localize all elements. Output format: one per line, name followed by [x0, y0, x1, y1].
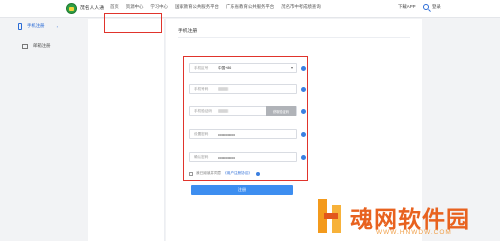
country-code-value: 中国+86 [218, 65, 232, 70]
info-icon [301, 155, 306, 160]
agreement-link[interactable]: 《用户注册协议》 [223, 171, 252, 176]
confirm-password-field[interactable]: 确认密码 •••••••••••••• [189, 152, 306, 162]
app-title[interactable]: 茂名人人通 [80, 4, 104, 11]
field-label: 手机验证码 [194, 108, 212, 113]
registration-form: 手机区号 中国+86 手机号码 手机验证码 获取验证码 设置密码 •••••••… [183, 56, 308, 181]
caret-down-icon [291, 67, 293, 69]
app-logo-icon[interactable] [66, 3, 77, 14]
nav-item-exam-results[interactable]: 茂名市中考成绩查询 [281, 4, 321, 10]
chevron-right-icon: › [56, 23, 58, 29]
get-sms-code-button[interactable]: 获取验证码 [266, 106, 296, 116]
info-icon [301, 109, 306, 114]
sms-code-field[interactable]: 手机验证码 获取验证码 [189, 106, 306, 116]
title-divider [178, 37, 410, 38]
country-code-select[interactable]: 手机区号 中国+86 [189, 63, 306, 73]
phone-number-field[interactable]: 手机号码 [189, 84, 306, 94]
login-link[interactable]: 登录 [432, 4, 441, 10]
top-navigation-bar: 茂名人人通 首页 资源中心 学习中心 国家教育公共服务平台 广东省教育公共服务平… [0, 0, 500, 18]
watermark-url: WWW.HNWDW.COM [376, 229, 452, 236]
site-watermark: 魂网软件园 WWW.HNWDW.COM [318, 198, 498, 240]
password-value: •••••••••••••• [218, 131, 235, 137]
field-label: 设置密码 [194, 131, 209, 136]
phone-number-value [218, 87, 296, 92]
mail-icon [22, 43, 28, 49]
agreement-text: 我已阅读并同意 [196, 171, 222, 175]
nav-item-home[interactable]: 首页 [110, 4, 119, 10]
watermark-logo-icon [318, 199, 346, 233]
password-field[interactable]: 设置密码 •••••••••••••• [189, 129, 306, 139]
phone-icon [18, 22, 22, 30]
agreement-checkbox[interactable] [189, 171, 193, 176]
registration-sidebar [88, 19, 165, 241]
info-icon [255, 171, 260, 176]
main-nav: 首页 资源中心 学习中心 国家教育公共服务平台 广东省教育公共服务平台 茂名市中… [110, 4, 321, 10]
nav-item-learning[interactable]: 学习中心 [150, 4, 168, 10]
info-icon [301, 132, 306, 137]
sidebar-item-label: 邮箱注册 [33, 43, 51, 48]
sidebar-item-email-register[interactable]: 邮箱注册 [22, 40, 82, 52]
nav-item-national-platform[interactable]: 国家教育公共服务平台 [175, 4, 219, 10]
info-icon [301, 66, 306, 71]
page-title: 手机注册 [178, 29, 198, 34]
search-icon[interactable] [423, 4, 429, 10]
field-label: 手机号码 [194, 86, 209, 91]
register-button[interactable]: 注册 [191, 185, 293, 195]
field-label: 手机区号 [194, 65, 209, 70]
field-label: 确认密码 [194, 154, 209, 159]
redacted-phone [218, 87, 228, 92]
nav-item-guangdong-platform[interactable]: 广东省教育公共服务平台 [226, 4, 274, 10]
confirm-password-value: •••••••••••••• [218, 154, 235, 160]
info-icon [301, 87, 306, 92]
sidebar-item-phone-register[interactable]: 手机注册 › [18, 20, 58, 32]
highlight-box-sidebar [104, 13, 162, 33]
redacted-code [218, 109, 228, 114]
sidebar-item-label: 手机注册 [27, 23, 45, 28]
download-app-link[interactable]: 下载APP [398, 4, 416, 10]
nav-item-resources[interactable]: 资源中心 [126, 4, 144, 10]
agreement-row: 我已阅读并同意 《用户注册协议》 [189, 171, 260, 176]
